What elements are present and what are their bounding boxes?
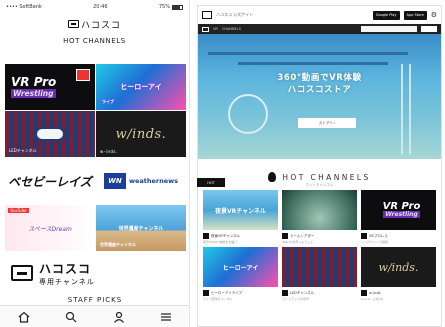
nav-item-vr[interactable]: VR xyxy=(213,27,218,31)
card-thumbnail: 夜景VRチャンネル xyxy=(203,190,278,230)
home-icon[interactable] xyxy=(16,310,32,324)
hero-beam xyxy=(208,52,408,55)
status-bar: •••• SoftBank 20:46 75% xyxy=(0,0,189,14)
card-thumbnail: VR Pro Wrestling xyxy=(361,190,436,230)
flame-icon xyxy=(268,172,277,182)
channel-tile-world-heritage[interactable]: 世界遺産チャンネル 世界遺産チャンネル xyxy=(96,205,186,251)
channel-card[interactable]: w/inds. w-inds. w-inds. 公式VR xyxy=(361,247,436,301)
phone-app: •••• SoftBank 20:46 75% ハコスコ HOT CHANNEL… xyxy=(0,0,190,327)
user-icon[interactable] xyxy=(111,310,127,324)
channel-icon xyxy=(282,233,288,239)
channel-card-grid: 夜景VRチャンネル 夜景VRチャンネル 夜景の360°映像をお届け ドームシアタ… xyxy=(203,190,436,301)
card-thumbnail: w/inds. xyxy=(361,247,436,287)
app-store-button[interactable]: App Store xyxy=(403,10,427,20)
site-name: ハコスコ 公式サイト xyxy=(216,12,254,17)
channel-icon xyxy=(203,233,209,239)
nav-item-channels[interactable]: CHANNELS xyxy=(222,27,241,31)
weathernews-logo: WN xyxy=(103,173,126,189)
hero-ring xyxy=(228,94,268,134)
card-thumbnail: ヒーローアイ xyxy=(203,247,278,287)
section-title: HOT CHANNELS xyxy=(63,37,126,45)
channel-tile-weathernews[interactable]: WN weathernews xyxy=(96,158,186,204)
menu-icon[interactable] xyxy=(158,310,174,324)
channel-icon xyxy=(282,290,288,296)
channel-icon xyxy=(361,290,367,296)
search-input[interactable] xyxy=(361,26,417,32)
channel-tile-space-dream[interactable]: YouTube スペースDream xyxy=(5,205,95,251)
hakosuko-channel-banner[interactable]: ハコスコ 専用チャンネル xyxy=(5,254,185,292)
channel-icon xyxy=(203,290,209,296)
clock: 20:46 xyxy=(93,4,108,10)
channel-tile-hero-eye[interactable]: ヒーローアイ ライブ xyxy=(96,64,186,110)
site-logo-icon[interactable] xyxy=(202,11,212,19)
login-button[interactable] xyxy=(421,26,437,32)
battery-percent: 75% xyxy=(158,4,170,10)
hero-beam xyxy=(238,62,388,65)
hakosuko-box-icon xyxy=(11,265,33,281)
hero-banner: 360°動画でVR体験 ハコスコストア ストアへ › xyxy=(198,34,441,159)
flag-icon xyxy=(76,69,90,81)
tab-bar xyxy=(0,305,189,327)
channel-icon xyxy=(361,233,367,239)
site-nav: VR CHANNELS xyxy=(198,24,441,34)
channel-tile-gb-rays[interactable]: ベセビーレイズ xyxy=(5,158,95,204)
carrier-label: •••• SoftBank xyxy=(6,4,42,10)
screenshot: •••• SoftBank 20:46 75% ハコスコ HOT CHANNEL… xyxy=(0,0,445,327)
search-icon[interactable] xyxy=(63,310,79,324)
channel-grid: VR Pro Wrestling ヒーローアイ ライブ LEDチャンネル w/i… xyxy=(5,64,186,251)
channel-tile-vr-pro-wrestling[interactable]: VR Pro Wrestling xyxy=(5,64,95,110)
google-play-button[interactable]: Google Play xyxy=(372,10,400,20)
site-header: ハコスコ 公式サイト Google Play App Store ⚙ xyxy=(198,6,441,24)
channel-card[interactable]: 夜景VRチャンネル 夜景VRチャンネル 夜景の360°映像をお届け xyxy=(203,190,278,244)
card-thumbnail xyxy=(282,190,357,230)
hot-tab[interactable]: HOT xyxy=(197,178,225,187)
channel-card[interactable]: LEDチャンネル ライトアップの世界 xyxy=(282,247,357,301)
gear-icon[interactable]: ⚙ xyxy=(431,11,437,19)
channel-card[interactable]: VR Pro Wrestling VRプロレス リングサイドで観戦 xyxy=(361,190,436,244)
card-thumbnail xyxy=(282,247,357,287)
channel-card[interactable]: ドームシアター 360°の世界へようこそ xyxy=(282,190,357,244)
nav-logo-icon[interactable] xyxy=(202,26,209,32)
channel-tile-led[interactable]: LEDチャンネル xyxy=(5,111,95,157)
app-logo: ハコスコ xyxy=(0,14,189,34)
led-badge xyxy=(35,127,65,141)
hakosuko-box-icon xyxy=(67,20,79,28)
channel-card[interactable]: ヒーローアイ ヒーローアイライブ ライブ配信チャンネル xyxy=(203,247,278,301)
channel-tile-w-inds[interactable]: w/inds. w-inds. xyxy=(96,111,186,157)
staff-picks-title: STAFF PICKS xyxy=(67,296,123,304)
hero-button[interactable]: ストアへ › xyxy=(298,118,356,128)
hero-title: 360°動画でVR体験 ハコスコストア xyxy=(277,73,362,95)
battery-icon xyxy=(171,4,183,10)
